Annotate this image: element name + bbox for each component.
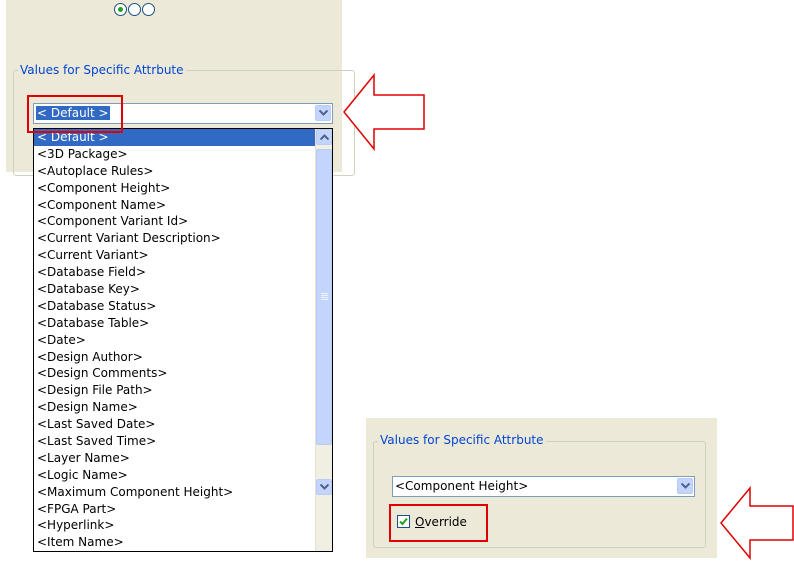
arrow-left-icon (343, 73, 425, 151)
list-item[interactable]: <Autoplace Rules> (34, 163, 332, 180)
list-item[interactable]: <Item Name> (34, 534, 332, 551)
list-item[interactable]: <Database Key> (34, 281, 332, 298)
list-item[interactable]: <Last Saved Date> (34, 416, 332, 433)
scroll-thumb[interactable] (316, 149, 332, 445)
list-item[interactable]: <Last Saved Time> (34, 433, 332, 450)
list-item[interactable]: <Current Variant> (34, 247, 332, 264)
list-scrollbar[interactable] (315, 129, 332, 551)
radio-button-icon[interactable] (142, 3, 155, 16)
group-label: Values for Specific Attrbute (378, 433, 546, 447)
combo-value: <Component Height> (395, 479, 529, 493)
list-item[interactable]: <Component Variant Id> (34, 213, 332, 230)
list-item[interactable]: <Logic Name> (34, 467, 332, 484)
scroll-down-button[interactable] (316, 479, 332, 495)
list-item[interactable]: <Date> (34, 332, 332, 349)
group-label: Values for Specific Attrbute (18, 63, 186, 77)
chevron-up-icon (320, 134, 329, 140)
list-item[interactable]: <3D Package> (34, 146, 332, 163)
chevron-down-icon (320, 484, 329, 490)
list-item[interactable]: <Design Author> (34, 349, 332, 366)
list-item[interactable]: <Database Field> (34, 264, 332, 281)
arrow-left-icon (720, 486, 794, 560)
highlight-box (27, 95, 123, 133)
list-item[interactable]: <Design Comments> (34, 365, 332, 382)
dropdown-items: < Default > <3D Package> <Autoplace Rules>… (34, 129, 332, 551)
list-item[interactable]: <Component Height> (34, 180, 332, 197)
chevron-down-icon (319, 110, 328, 116)
list-item[interactable]: <Design File Path> (34, 382, 332, 399)
list-item[interactable]: <Database Table> (34, 315, 332, 332)
list-item[interactable]: <Hyperlink> (34, 517, 332, 534)
radio-group (114, 3, 156, 19)
list-item[interactable]: <Layer Name> (34, 450, 332, 467)
dropdown-list[interactable]: < Default > <3D Package> <Autoplace Rules>… (33, 128, 333, 552)
list-item[interactable]: <Maximum Component Height> (34, 484, 332, 501)
list-item[interactable]: <Component Name> (34, 197, 332, 214)
dropdown-button[interactable] (315, 105, 331, 121)
list-item[interactable]: <FPGA Part> (34, 501, 332, 518)
chevron-down-icon (681, 483, 690, 489)
list-item[interactable]: <Database Status> (34, 298, 332, 315)
list-item[interactable]: <Current Variant Description> (34, 230, 332, 247)
scroll-up-button[interactable] (316, 129, 332, 145)
attribute-value-combo[interactable]: <Component Height> (392, 476, 695, 497)
highlight-box (389, 504, 488, 542)
radio-button-icon[interactable] (128, 3, 141, 16)
radio-button-icon[interactable] (114, 3, 127, 16)
dropdown-button[interactable] (677, 478, 693, 494)
list-item[interactable]: <Design Name> (34, 399, 332, 416)
